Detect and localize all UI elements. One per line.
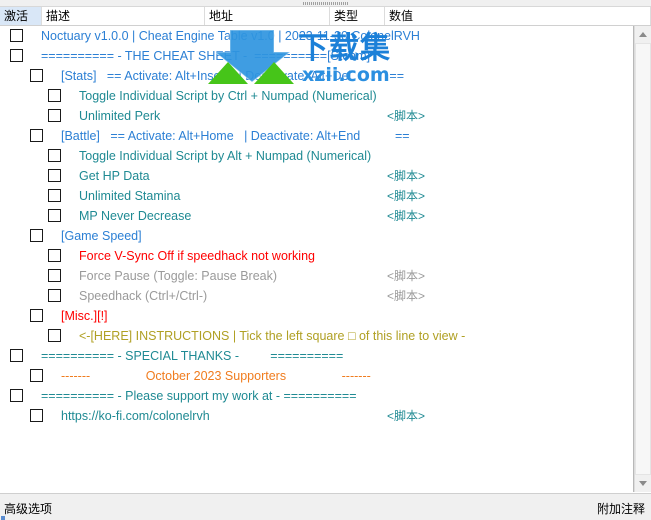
activate-checkbox[interactable]: [48, 269, 61, 282]
scroll-up-arrow-icon[interactable]: [635, 26, 651, 43]
activate-checkbox[interactable]: [10, 29, 23, 42]
splitter-grip: [302, 2, 349, 5]
entry-description[interactable]: [Stats] == Activate: Alt+Insert | Deacti…: [61, 66, 404, 86]
column-header-active[interactable]: 激活: [0, 7, 42, 25]
table-row[interactable]: ========== - SPECIAL THANKS - ==========: [0, 346, 633, 366]
table-row[interactable]: https://ko-fi.com/colonelrvh <脚本>: [0, 406, 633, 426]
activate-checkbox[interactable]: [10, 49, 23, 62]
table-row[interactable]: Toggle Individual Script by Alt + Numpad…: [0, 146, 633, 166]
activate-checkbox[interactable]: [48, 89, 61, 102]
entry-description[interactable]: [Game Speed]: [61, 226, 142, 246]
activate-checkbox[interactable]: [48, 149, 61, 162]
table-row[interactable]: [Misc.][!]: [0, 306, 633, 326]
activate-checkbox[interactable]: [30, 69, 43, 82]
activate-checkbox[interactable]: [48, 249, 61, 262]
column-header-type[interactable]: 类型: [330, 7, 385, 25]
table-row[interactable]: [Game Speed]: [0, 226, 633, 246]
activate-checkbox[interactable]: [48, 109, 61, 122]
activate-checkbox[interactable]: [48, 169, 61, 182]
entry-value: <脚本>: [387, 409, 426, 423]
entry-description[interactable]: ========== - SPECIAL THANKS - ==========: [41, 346, 343, 366]
vertical-scrollbar[interactable]: [634, 26, 651, 492]
table-row[interactable]: ========== - THE CHEAT SHEET - =========…: [0, 46, 633, 66]
activate-checkbox[interactable]: [30, 129, 43, 142]
entry-description[interactable]: https://ko-fi.com/colonelrvh: [61, 406, 210, 426]
entry-description[interactable]: Force Pause (Toggle: Pause Break): [79, 266, 277, 286]
entry-description[interactable]: Get HP Data: [79, 166, 150, 186]
entry-description[interactable]: ========== - Please support my work at -…: [41, 386, 357, 406]
activate-checkbox[interactable]: [48, 189, 61, 202]
entry-description[interactable]: Speedhack (Ctrl+/Ctrl-): [79, 286, 207, 306]
table-row[interactable]: Unlimited Perk <脚本>: [0, 106, 633, 126]
column-header-address[interactable]: 地址: [205, 7, 330, 25]
status-bar: 高级选项 附加注释: [0, 493, 651, 520]
activate-checkbox[interactable]: [48, 289, 61, 302]
table-row[interactable]: Speedhack (Ctrl+/Ctrl-) <脚本>: [0, 286, 633, 306]
table-row[interactable]: MP Never Decrease <脚本>: [0, 206, 633, 226]
scrollbar-thumb[interactable]: [635, 43, 651, 475]
activate-checkbox[interactable]: [48, 329, 61, 342]
activate-checkbox[interactable]: [10, 389, 23, 402]
activate-checkbox[interactable]: [30, 369, 43, 382]
table-row[interactable]: Force Pause (Toggle: Pause Break) <脚本>: [0, 266, 633, 286]
table-row[interactable]: Toggle Individual Script by Ctrl + Numpa…: [0, 86, 633, 106]
cheat-entry-tree[interactable]: Noctuary v1.0.0 | Cheat Engine Table v1.…: [0, 26, 634, 492]
entry-description[interactable]: Toggle Individual Script by Ctrl + Numpa…: [79, 86, 377, 106]
table-row[interactable]: <-[HERE] INSTRUCTIONS | Tick the left sq…: [0, 326, 633, 346]
activate-checkbox[interactable]: [48, 209, 61, 222]
entry-description[interactable]: ------- October 2023 Supporters -------: [61, 366, 371, 386]
entry-description[interactable]: MP Never Decrease: [79, 206, 191, 226]
table-row[interactable]: [Battle] == Activate: Alt+Home | Deactiv…: [0, 126, 633, 146]
entry-description[interactable]: <-[HERE] INSTRUCTIONS | Tick the left sq…: [79, 326, 465, 346]
entry-description[interactable]: Toggle Individual Script by Alt + Numpad…: [79, 146, 371, 166]
entry-description[interactable]: [Misc.][!]: [61, 306, 108, 326]
entry-value: <脚本>: [387, 289, 426, 303]
table-row[interactable]: Force V-Sync Off if speedhack not workin…: [0, 246, 633, 266]
advanced-options-label[interactable]: 高级选项: [4, 500, 52, 517]
cheat-engine-table-window: 激活 描述 地址 类型 数值 Noctuary v1.0.0 | Cheat Engin…: [0, 0, 651, 520]
activate-checkbox[interactable]: [10, 349, 23, 362]
table-row[interactable]: ------- October 2023 Supporters -------: [0, 366, 633, 386]
table-row[interactable]: Noctuary v1.0.0 | Cheat Engine Table v1.…: [0, 26, 633, 46]
table-row[interactable]: ========== - Please support my work at -…: [0, 386, 633, 406]
activate-checkbox[interactable]: [30, 409, 43, 422]
entry-description[interactable]: ========== - THE CHEAT SHEET - =========…: [41, 46, 370, 66]
activate-checkbox[interactable]: [30, 309, 43, 322]
table-row[interactable]: Unlimited Stamina <脚本>: [0, 186, 633, 206]
entry-description[interactable]: Noctuary v1.0.0 | Cheat Engine Table v1.…: [41, 26, 420, 46]
table-row[interactable]: [Stats] == Activate: Alt+Insert | Deacti…: [0, 66, 633, 86]
entry-value: <脚本>: [387, 109, 426, 123]
entry-description[interactable]: Unlimited Perk: [79, 106, 160, 126]
activate-checkbox[interactable]: [30, 229, 43, 242]
entry-description[interactable]: Unlimited Stamina: [79, 186, 180, 206]
table-column-header: 激活 描述 地址 类型 数值: [0, 7, 651, 26]
extra-notes-label[interactable]: 附加注释: [597, 500, 645, 517]
entry-description[interactable]: Force V-Sync Off if speedhack not workin…: [79, 246, 315, 266]
panel-splitter[interactable]: [0, 0, 651, 7]
entry-value: <脚本>: [387, 269, 426, 283]
entry-value: <脚本>: [387, 209, 426, 223]
entry-description[interactable]: [Battle] == Activate: Alt+Home | Deactiv…: [61, 126, 410, 146]
entry-value: <脚本>: [387, 169, 426, 183]
scroll-down-arrow-icon[interactable]: [635, 475, 651, 492]
column-header-value[interactable]: 数值: [385, 7, 651, 25]
table-row[interactable]: Get HP Data <脚本>: [0, 166, 633, 186]
column-header-description[interactable]: 描述: [42, 7, 205, 25]
entry-value: <脚本>: [387, 189, 426, 203]
